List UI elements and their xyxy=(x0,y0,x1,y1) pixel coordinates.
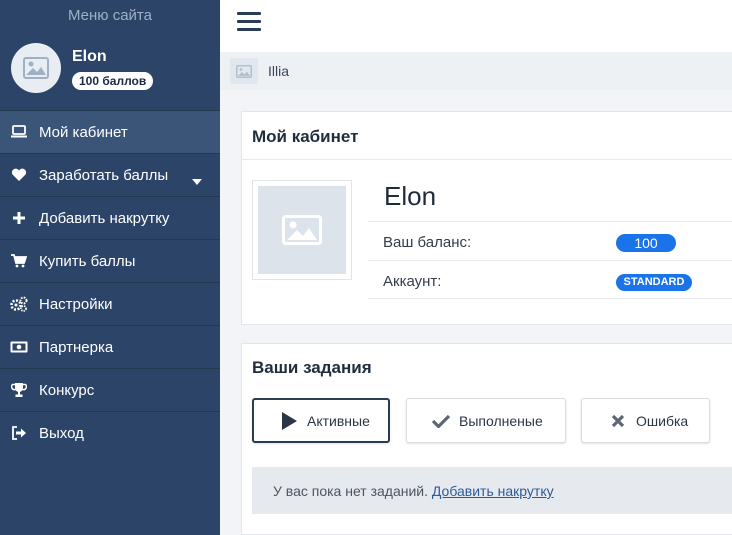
sidebar-nav: Мой кабинет Заработать баллы Добавить на… xyxy=(0,110,220,454)
sidebar-menu-title: Меню сайта xyxy=(68,7,152,24)
tasks-title: Ваши задания xyxy=(252,358,372,377)
empty-tasks-text: У вас пока нет заданий. xyxy=(273,483,428,499)
user-name: Elon xyxy=(384,181,437,211)
crumb-avatar xyxy=(230,58,258,84)
tab-error[interactable]: Ошибка xyxy=(581,398,710,443)
plus-icon xyxy=(10,209,28,227)
tab-label: Ошибка xyxy=(636,412,689,429)
sidebar-item-settings[interactable]: Настройки xyxy=(0,282,220,325)
image-placeholder-icon xyxy=(282,215,322,245)
divider xyxy=(368,298,732,299)
divider xyxy=(368,221,732,222)
check-icon xyxy=(431,411,451,431)
close-icon xyxy=(608,411,628,431)
avatar[interactable] xyxy=(11,43,61,93)
balance-label: Ваш баланс: xyxy=(383,234,472,251)
sidebar-item-buy-points[interactable]: Купить баллы xyxy=(0,239,220,282)
sidebar-item-cabinet[interactable]: Мой кабинет xyxy=(0,110,220,153)
sidebar-item-label: Купить баллы xyxy=(39,252,136,270)
sidebar-profile: Elon 100 баллов xyxy=(0,32,220,110)
sidebar-item-label: Мой кабинет xyxy=(39,123,128,141)
sidebar-item-earn-points[interactable]: Заработать баллы xyxy=(0,153,220,196)
tab-completed[interactable]: Выполненые xyxy=(406,398,566,443)
cabinet-card: Мой кабинет Elon Ваш баланс: 100 Аккаунт… xyxy=(241,111,732,325)
tab-label: Выполненые xyxy=(459,412,543,429)
heart-icon xyxy=(10,166,28,184)
topbar xyxy=(220,0,732,52)
caret-down-icon[interactable] xyxy=(192,172,202,189)
breadcrumb-user[interactable]: Illia xyxy=(268,63,289,79)
sidebar-item-label: Настройки xyxy=(39,295,113,313)
image-placeholder-icon xyxy=(23,57,49,79)
tab-label: Активные xyxy=(307,412,370,429)
sidebar-item-partners[interactable]: Партнерка xyxy=(0,325,220,368)
cart-icon xyxy=(10,252,28,270)
add-boost-link[interactable]: Добавить накрутку xyxy=(432,483,554,499)
money-icon xyxy=(10,338,28,356)
play-icon xyxy=(279,411,299,431)
breadcrumb: Illia xyxy=(220,52,732,90)
points-badge: 100 баллов xyxy=(72,72,154,90)
cabinet-title: Мой кабинет xyxy=(252,127,359,146)
gears-icon xyxy=(10,295,28,313)
tasks-card: Ваши задания Активные Выполненые Ошибка … xyxy=(241,343,732,535)
divider xyxy=(368,260,732,261)
laptop-icon xyxy=(10,123,28,141)
account-label: Аккаунт: xyxy=(383,273,442,290)
sidebar: Меню сайта Elon 100 баллов Мой кабинет З… xyxy=(0,0,220,535)
user-photo xyxy=(252,180,352,280)
account-type-badge: STANDARD xyxy=(616,274,692,291)
sidebar-item-contest[interactable]: Конкурс xyxy=(0,368,220,411)
hamburger-icon[interactable] xyxy=(237,12,261,32)
sidebar-item-label: Партнерка xyxy=(39,338,114,356)
sidebar-item-label: Выход xyxy=(39,424,84,442)
image-placeholder-icon xyxy=(236,64,252,78)
tab-active[interactable]: Активные xyxy=(252,398,390,443)
divider xyxy=(242,159,732,160)
sign-out-icon xyxy=(10,424,28,442)
balance-badge: 100 xyxy=(616,234,676,252)
sidebar-item-label: Заработать баллы xyxy=(39,166,169,184)
trophy-icon xyxy=(10,381,28,399)
profile-name: Elon xyxy=(72,48,107,65)
sidebar-item-logout[interactable]: Выход xyxy=(0,411,220,454)
sidebar-item-add-boost[interactable]: Добавить накрутку xyxy=(0,196,220,239)
sidebar-item-label: Конкурс xyxy=(39,381,95,399)
sidebar-item-label: Добавить накрутку xyxy=(39,209,170,227)
empty-tasks-notice: У вас пока нет заданий. Добавить накрутк… xyxy=(252,467,732,514)
